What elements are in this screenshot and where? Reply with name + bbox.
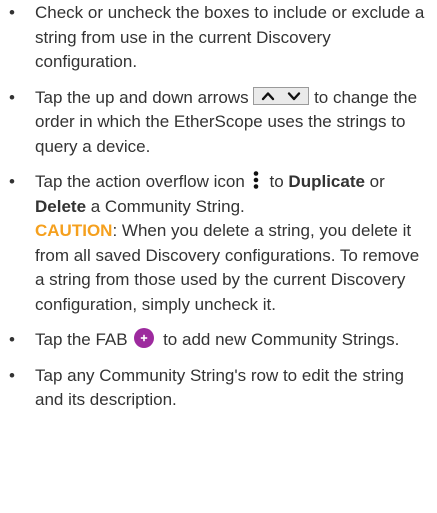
duplicate-label: Duplicate	[288, 172, 365, 191]
item-text-mid1: to	[264, 172, 289, 191]
delete-label: Delete	[35, 196, 87, 216]
item-text-mid2: or	[364, 172, 385, 191]
overflow-menu-icon	[251, 170, 261, 190]
item-text-after: to add new Community Strings.	[158, 330, 400, 349]
bullet: •	[9, 87, 15, 107]
list-item: • Tap the up and down arrows to change t…	[0, 86, 437, 160]
item-text-after: a Community String.	[86, 196, 245, 216]
list-item: • Tap the FAB to add new Community Strin…	[0, 328, 437, 353]
item-text-before: Tap the action overflow icon	[35, 172, 245, 191]
item-text: Check or uncheck the boxes to include or…	[35, 3, 425, 71]
list-item: • Tap any Community String's row to edit…	[0, 364, 437, 413]
list-item: • Check or uncheck the boxes to include …	[0, 1, 437, 75]
list-item: • Tap the action overflow icon to Duplic…	[0, 170, 437, 317]
bullet: •	[9, 3, 15, 22]
bullet: •	[9, 330, 15, 349]
item-text-before: Tap the up and down arrows	[35, 87, 249, 107]
bullet: •	[9, 365, 15, 385]
item-text-before: Tap the FAB	[35, 330, 128, 349]
item-text: Tap any Community String's row to edit t…	[35, 365, 404, 410]
instruction-list: • Check or uncheck the boxes to include …	[0, 1, 437, 413]
caution-label: CAUTION	[35, 221, 113, 240]
bullet: •	[9, 172, 15, 191]
up-down-arrows-icon	[253, 86, 310, 105]
fab-plus-icon	[134, 328, 155, 348]
